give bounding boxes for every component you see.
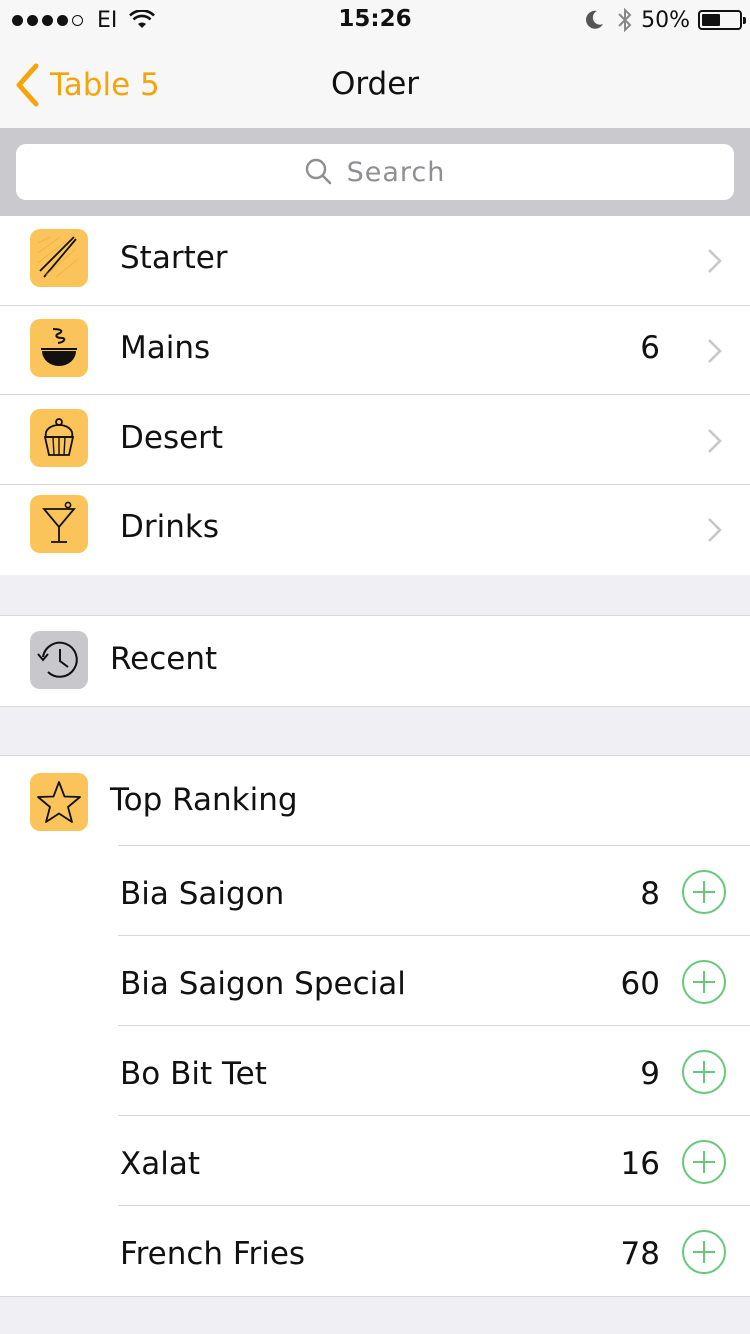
- category-label: Mains: [120, 330, 211, 366]
- cocktail-icon: [30, 495, 88, 553]
- battery-icon: [698, 10, 746, 30]
- top-ranking-item: Xalat 16: [0, 1116, 750, 1206]
- chevron-right-icon: [708, 429, 722, 453]
- item-count: 16: [620, 1146, 660, 1182]
- top-ranking-header: Top Ranking: [0, 756, 750, 846]
- category-label: Desert: [120, 420, 224, 456]
- add-item-button[interactable]: [682, 1230, 726, 1274]
- item-name: Bia Saigon: [120, 876, 285, 912]
- status-right: 50%: [583, 6, 746, 34]
- category-row-desert[interactable]: Desert: [0, 395, 750, 485]
- item-count: 60: [620, 966, 660, 1002]
- search-placeholder: Search: [346, 156, 446, 188]
- top-ranking-item: Bo Bit Tet 9: [0, 1026, 750, 1116]
- top-ranking-section: Top Ranking Bia Saigon 8 Bia Saigon Spec…: [0, 755, 750, 1297]
- category-row-drinks[interactable]: Drinks: [0, 485, 750, 575]
- search-input[interactable]: Search: [16, 144, 734, 200]
- moon-icon: [586, 10, 604, 29]
- add-item-button[interactable]: [682, 1140, 726, 1184]
- item-count: 78: [620, 1236, 660, 1272]
- page-title: Order: [330, 66, 420, 102]
- search-icon: [305, 158, 331, 185]
- battery-percent: 50%: [641, 7, 690, 33]
- top-ranking-item: Bia Saigon 8: [0, 846, 750, 936]
- search-bar: Search: [0, 128, 750, 216]
- category-row-starter[interactable]: Starter: [0, 216, 750, 306]
- top-ranking-item: Bia Saigon Special 60: [0, 936, 750, 1026]
- item-name: Bia Saigon Special: [120, 966, 406, 1002]
- add-item-button[interactable]: [682, 1050, 726, 1094]
- add-item-button[interactable]: [682, 870, 726, 914]
- category-count: 6: [640, 330, 660, 366]
- category-row-mains[interactable]: Mains 6: [0, 305, 750, 395]
- chevron-right-icon: [708, 518, 722, 542]
- chevron-right-icon: [708, 249, 722, 273]
- history-icon: [30, 631, 88, 689]
- recent-label: Recent: [110, 641, 218, 677]
- navigation-bar: Table 5 Order: [0, 40, 750, 128]
- bluetooth-icon: [618, 7, 632, 33]
- category-label: Starter: [120, 240, 228, 276]
- item-name: French Fries: [120, 1236, 306, 1272]
- star-icon: [30, 773, 88, 831]
- chopsticks-icon: [30, 229, 88, 287]
- item-name: Bo Bit Tet: [120, 1056, 267, 1092]
- status-bar: EI 15:26 50%: [0, 0, 750, 40]
- recent-row[interactable]: Recent: [0, 615, 750, 707]
- item-name: Xalat: [120, 1146, 200, 1182]
- chevron-right-icon: [708, 339, 722, 363]
- bowl-icon: [30, 319, 88, 377]
- add-item-button[interactable]: [682, 960, 726, 1004]
- top-ranking-label: Top Ranking: [110, 782, 298, 818]
- top-ranking-item: French Fries 78: [0, 1206, 750, 1296]
- cupcake-icon: [30, 409, 88, 467]
- category-label: Drinks: [120, 509, 219, 545]
- item-count: 8: [640, 876, 660, 912]
- category-list: Starter Mains 6 Desert Drinks: [0, 216, 750, 575]
- item-count: 9: [640, 1056, 660, 1092]
